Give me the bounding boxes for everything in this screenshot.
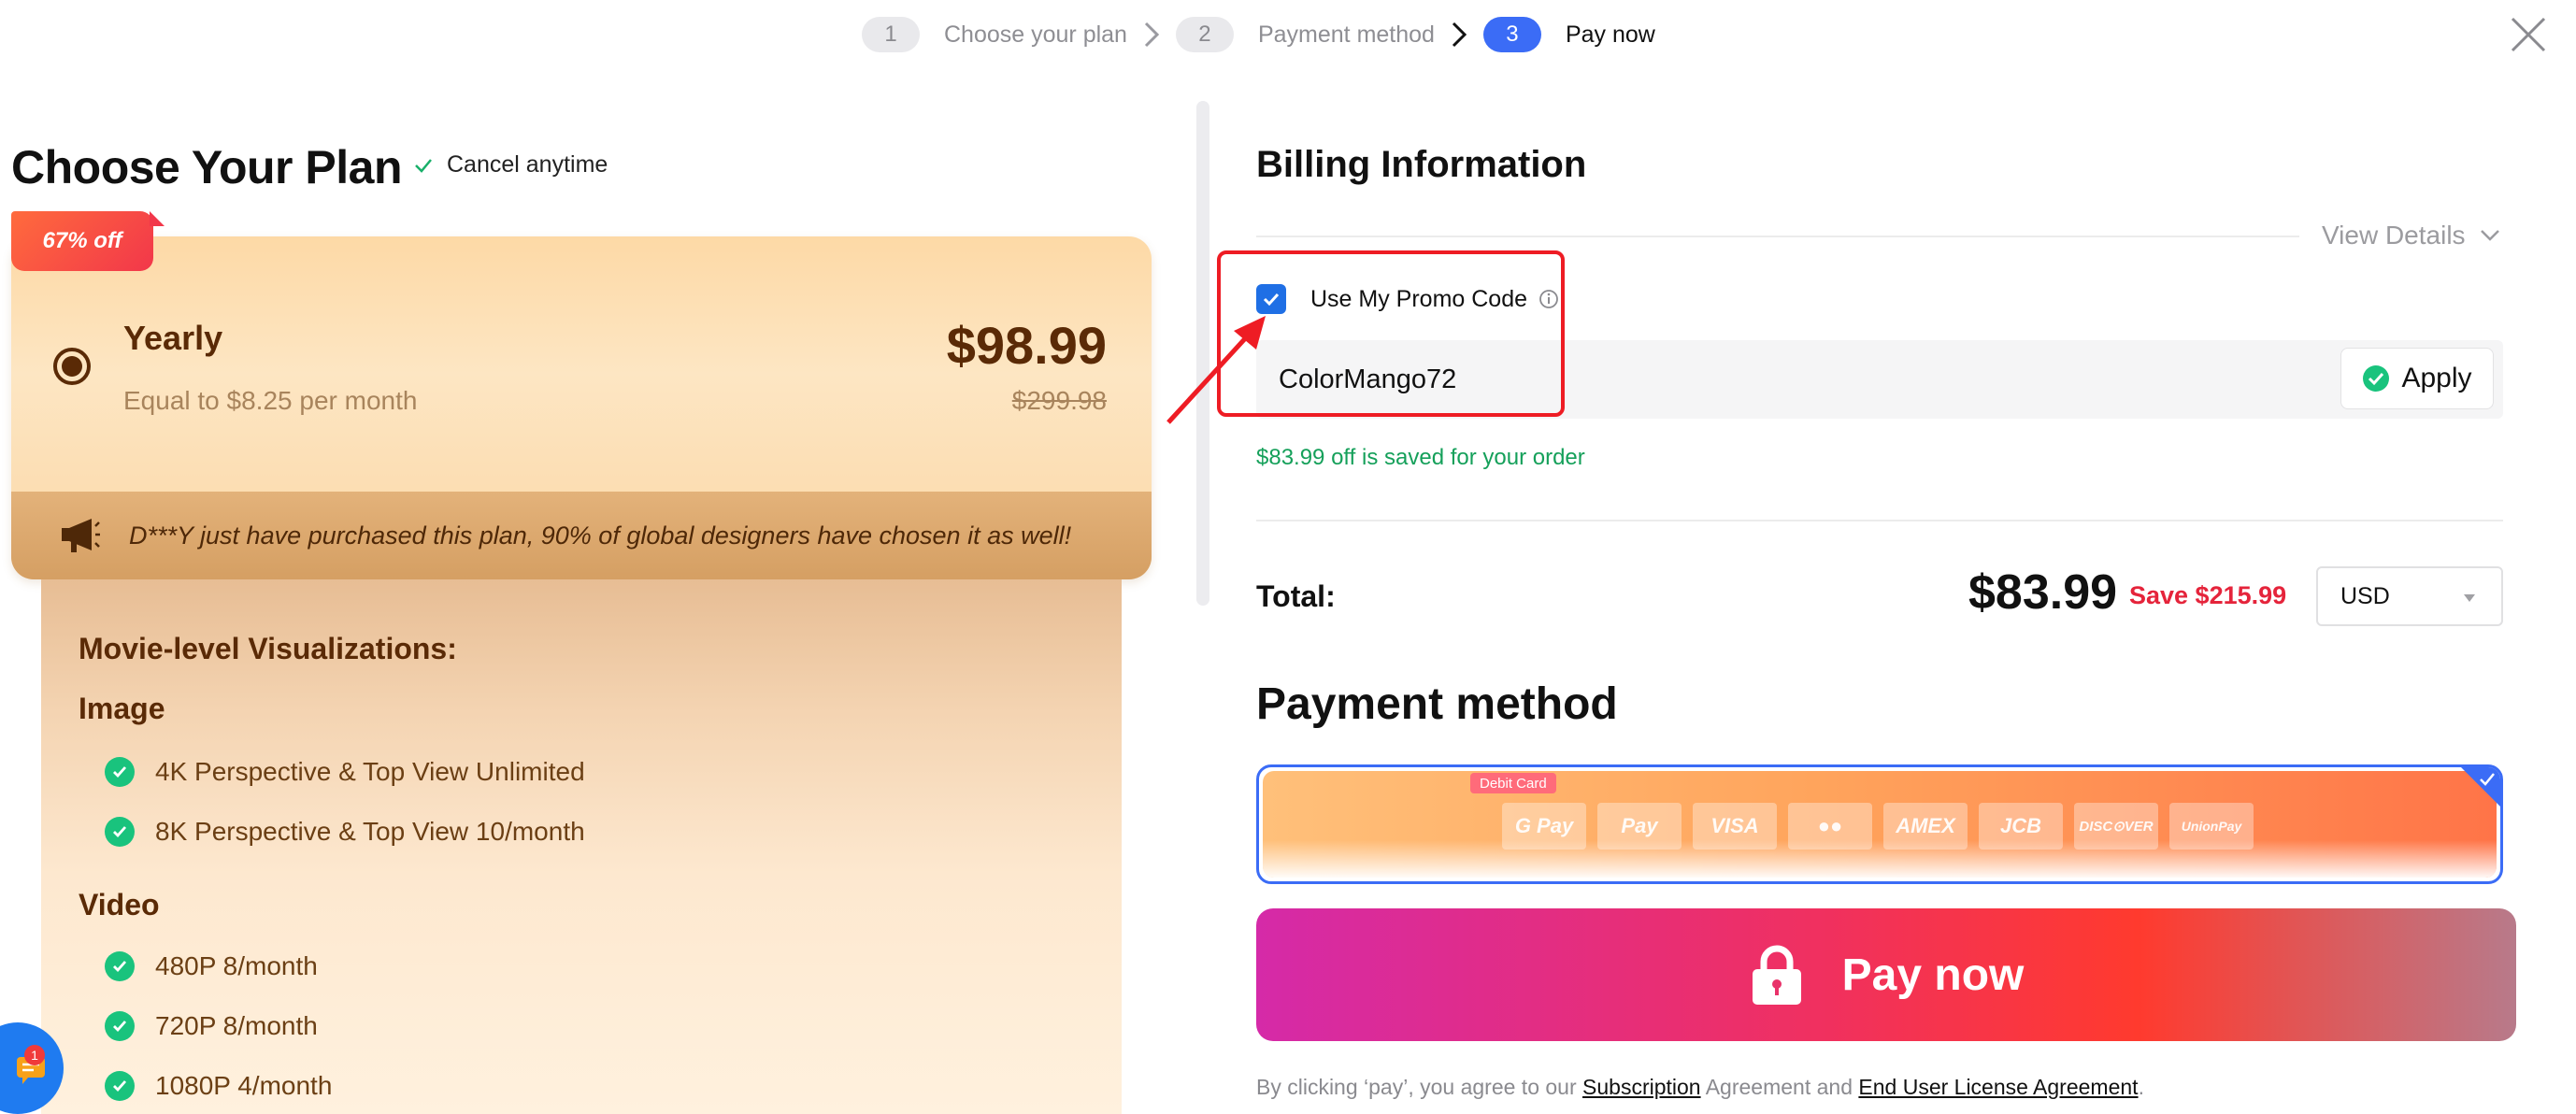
step-payment-method[interactable]: 2 Payment method xyxy=(1175,17,1435,52)
plan-old-price: $299.98 xyxy=(1011,386,1107,415)
plan-name: Yearly xyxy=(123,319,223,357)
billing-title: Billing Information xyxy=(1256,144,1587,185)
close-icon[interactable] xyxy=(2505,11,2552,58)
discount-badge: 67% off xyxy=(11,211,165,271)
checkmark-icon xyxy=(1263,293,1280,307)
plan-radio[interactable] xyxy=(53,348,91,385)
panel-scrollbar[interactable] xyxy=(1196,101,1209,606)
feature-text: 1080P 4/month xyxy=(155,1071,333,1100)
eula-link[interactable]: End User License Agreement xyxy=(1858,1075,2138,1099)
feature-item: 4K Perspective & Top View Unlimited xyxy=(105,757,585,787)
agreement-text: By clicking ‘pay’, you agree to our Subs… xyxy=(1256,1075,2144,1100)
step-number: 1 xyxy=(862,17,920,52)
promo-code-field-row: Apply xyxy=(1256,340,2503,419)
payment-option-card[interactable]: Debit Card G Pay Pay VISA ●● AMEX JCB DI… xyxy=(1256,764,2503,884)
divider xyxy=(1256,520,2503,521)
check-circle-icon xyxy=(2363,365,2390,392)
total-savings: Save $215.99 xyxy=(2129,581,2287,609)
jcb-icon: JCB xyxy=(1979,803,2063,850)
check-circle-icon xyxy=(105,951,135,981)
social-proof-banner: D***Y just have purchased this plan, 90%… xyxy=(11,492,1152,579)
step-label: Choose your plan xyxy=(944,21,1127,48)
apply-label: Apply xyxy=(2401,363,2472,393)
chevron-down-icon xyxy=(2480,230,2499,241)
google-pay-icon: G Pay xyxy=(1502,803,1586,850)
plan-card-yearly[interactable]: Yearly Equal to $8.25 per month $98.99 $… xyxy=(11,236,1152,579)
visa-icon: VISA xyxy=(1693,803,1777,850)
pay-now-button[interactable]: Pay now xyxy=(1256,908,2516,1041)
mastercard-icon: ●● xyxy=(1788,803,1872,850)
check-icon xyxy=(415,158,432,173)
checkmark-icon xyxy=(2480,773,2495,786)
chevron-right-icon xyxy=(1127,17,1176,52)
promo-saved-message: $83.99 off is saved for your order xyxy=(1256,445,1585,470)
feature-group-title: Image xyxy=(79,692,165,725)
agreement-suffix: . xyxy=(2138,1075,2144,1099)
feature-item: 8K Perspective & Top View 10/month xyxy=(105,817,585,847)
unionpay-icon: UnionPay xyxy=(2169,803,2254,850)
caret-down-icon xyxy=(2464,594,2475,602)
payment-method-title: Payment method xyxy=(1256,679,1618,729)
agreement-prefix: By clicking ‘pay’, you agree to our xyxy=(1256,1075,1577,1099)
info-icon[interactable] xyxy=(1538,289,1559,309)
feature-item: 720P 8/month xyxy=(105,1011,318,1041)
pay-now-label: Pay now xyxy=(1841,950,2025,1000)
plan-price: $98.99 xyxy=(946,316,1107,375)
checkout-stepper: 1 Choose your plan 2 Payment method 3 Pa… xyxy=(862,17,1655,52)
chevron-right-icon xyxy=(1435,17,1483,52)
agreement-middle: Agreement and xyxy=(1705,1075,1853,1099)
feature-group-title: Video xyxy=(79,888,160,921)
view-details-toggle[interactable]: View Details xyxy=(2322,221,2501,250)
plan-per-month: Equal to $8.25 per month xyxy=(123,386,418,415)
feature-item: 1080P 4/month xyxy=(105,1071,332,1101)
cancel-anytime-text: Cancel anytime xyxy=(447,151,608,178)
banner-text: D***Y just have purchased this plan, 90%… xyxy=(129,521,1072,550)
check-circle-icon xyxy=(105,1071,135,1101)
apply-button[interactable]: Apply xyxy=(2340,348,2494,409)
promo-checkbox[interactable] xyxy=(1256,284,1286,314)
total-label: Total: xyxy=(1256,579,1336,613)
page-title: Choose Your Plan xyxy=(11,141,403,193)
currency-select[interactable]: USD xyxy=(2316,566,2503,626)
step-label: Pay now xyxy=(1565,21,1655,48)
step-pay-now[interactable]: 3 Pay now xyxy=(1482,17,1655,52)
step-number: 3 xyxy=(1482,17,1541,52)
total-amount: $83.99 xyxy=(1968,565,2118,620)
features-panel: Movie-level Visualizations: Image 4K Per… xyxy=(41,579,1122,1114)
debit-card-tag: Debit Card xyxy=(1470,773,1556,793)
feature-text: 8K Perspective & Top View 10/month xyxy=(155,817,585,846)
discover-icon: DISC⊙VER xyxy=(2074,803,2158,850)
view-details-label: View Details xyxy=(2322,221,2466,250)
lock-icon xyxy=(1752,945,1801,1005)
feature-text: 720P 8/month xyxy=(155,1011,318,1040)
promo-label: Use My Promo Code xyxy=(1310,285,1528,312)
divider xyxy=(1256,236,2299,237)
check-circle-icon xyxy=(105,757,135,787)
payment-logos: G Pay Pay VISA ●● AMEX JCB DISC⊙VER Unio… xyxy=(1502,803,2265,850)
step-choose-plan[interactable]: 1 Choose your plan xyxy=(862,17,1127,52)
promo-code-input[interactable] xyxy=(1279,353,2307,406)
cancel-anytime-note: Cancel anytime xyxy=(413,151,608,179)
amex-icon: AMEX xyxy=(1883,803,1968,850)
checkout-page: 1 Choose your plan 2 Payment method 3 Pa… xyxy=(0,0,2576,1114)
apple-pay-icon: Pay xyxy=(1597,803,1682,850)
check-circle-icon xyxy=(105,817,135,847)
step-label: Payment method xyxy=(1257,21,1435,48)
promo-code-toggle[interactable]: Use My Promo Code xyxy=(1256,284,1559,314)
feature-text: 480P 8/month xyxy=(155,951,318,980)
check-circle-icon xyxy=(105,1011,135,1041)
features-heading: Movie-level Visualizations: xyxy=(79,632,457,665)
currency-value: USD xyxy=(2340,582,2390,609)
feature-text: 4K Perspective & Top View Unlimited xyxy=(155,757,585,786)
feature-item: 480P 8/month xyxy=(105,951,318,981)
step-number: 2 xyxy=(1175,17,1234,52)
subscription-link[interactable]: Subscription xyxy=(1582,1075,1701,1099)
notification-badge: 1 xyxy=(24,1045,45,1065)
megaphone-icon xyxy=(62,519,100,552)
